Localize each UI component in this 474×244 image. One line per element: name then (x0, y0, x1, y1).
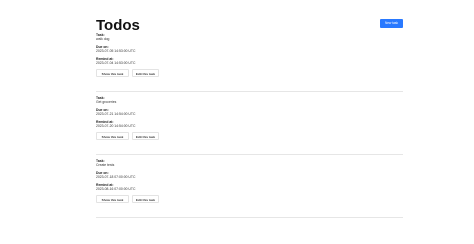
task-actions: Show this task Edit this task (96, 195, 403, 204)
task-item: Task: walk dog Due on: 2023-07-05 14:53:… (96, 33, 403, 92)
edit-task-button[interactable]: Edit this task (132, 132, 159, 140)
show-task-button[interactable]: Show this task (96, 132, 129, 140)
task-name: Get groceries (96, 100, 117, 104)
task-item: Task: Get groceries Due on: 2023-07-21 1… (96, 96, 403, 155)
due-on-value: 2023-07-18 07:00:00 UTC (96, 175, 136, 179)
remind-at-value: 2023-08-16 07:00:00 UTC (96, 187, 136, 191)
task-name: Create tests (96, 163, 115, 167)
due-on-value: 2023-07-05 14:53:00 UTC (96, 49, 136, 53)
remind-at-value: 2023-07-20 14:54:00 UTC (96, 124, 136, 128)
task-actions: Show this task Edit this task (96, 69, 403, 78)
show-task-button[interactable]: Show this task (96, 195, 129, 203)
task-divider (96, 154, 403, 155)
task-actions: Show this task Edit this task (96, 132, 403, 141)
task-divider (96, 217, 403, 218)
remind-at-value: 2023-07-04 14:53:00 UTC (96, 61, 136, 65)
due-on-value: 2023-07-21 14:54:00 UTC (96, 112, 136, 116)
task-item: Task: Create tests Due on: 2023-07-18 07… (96, 159, 403, 218)
task-name: walk dog (96, 37, 110, 41)
task-divider (96, 91, 403, 92)
new-task-button[interactable]: New task (380, 19, 403, 28)
page-title: Todos (96, 17, 140, 34)
edit-task-button[interactable]: Edit this task (132, 69, 159, 77)
edit-task-button[interactable]: Edit this task (132, 195, 159, 203)
show-task-button[interactable]: Show this task (96, 69, 129, 77)
